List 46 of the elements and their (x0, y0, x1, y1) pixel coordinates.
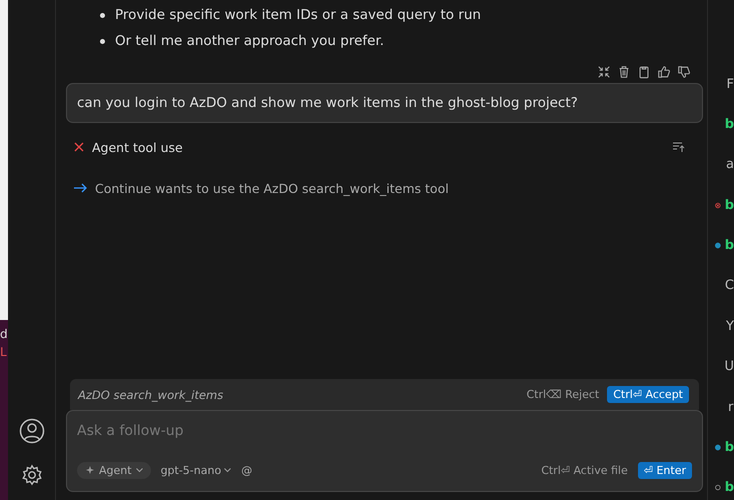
panel-text: b (724, 198, 734, 213)
mention-button[interactable]: @ (241, 464, 252, 477)
step-label: Agent tool use (92, 140, 183, 154)
chat-input[interactable]: Ask a follow-up Agent gpt-5-nano @ Ctrl⏎ Active file ⏎ Enter (66, 410, 703, 492)
thumbs-up-icon[interactable] (657, 65, 671, 79)
trash-icon[interactable] (617, 65, 631, 79)
panel-text: b (724, 440, 734, 456)
sparkle-icon (85, 466, 95, 476)
window-text: d (0, 326, 8, 342)
user-message: can you login to AzDO and show me work items in the ghost-blog project? (66, 83, 703, 123)
close-icon (74, 142, 84, 152)
bullet-icon (100, 13, 105, 18)
enter-button[interactable]: ⏎ Enter (638, 462, 692, 479)
thumbs-down-icon[interactable] (677, 65, 691, 79)
chevron-down-icon (136, 468, 143, 473)
panel-text: r (728, 400, 734, 415)
panel-text: a (726, 157, 734, 172)
tool-name: AzDO search_work_items (78, 388, 224, 402)
panel-text: b (724, 238, 734, 254)
scroll-top-icon[interactable] (673, 142, 685, 152)
error-icon (715, 200, 721, 210)
panel-text: b (724, 480, 734, 496)
step-label: Continue wants to use the AzDO search_work_items tool (95, 180, 449, 196)
status-ring-icon (715, 483, 721, 492)
panel-text: U (724, 359, 734, 374)
account-icon[interactable] (18, 418, 44, 444)
bullet-item: Provide specific work item IDs or a saved query to run (115, 7, 481, 24)
status-dot (715, 443, 721, 452)
panel-text: b (724, 116, 734, 132)
collapse-icon[interactable] (597, 65, 611, 79)
bullet-item: Or tell me another approach you prefer. (115, 33, 384, 50)
settings-icon[interactable] (20, 464, 42, 486)
accept-button[interactable]: Ctrl⏎ Accept (607, 386, 689, 403)
status-dot (715, 241, 721, 250)
model-dropdown[interactable]: gpt-5-nano (160, 464, 232, 477)
mode-dropdown[interactable]: Agent (77, 462, 151, 479)
reject-button[interactable]: Ctrl⌫ Reject (526, 388, 600, 401)
panel-text: C (724, 278, 734, 294)
panel-text: F (726, 76, 734, 92)
active-file-button[interactable]: Ctrl⏎ Active file (541, 464, 628, 477)
window-text: L (0, 344, 8, 360)
bullet-icon (100, 39, 105, 44)
arrow-right-icon (74, 183, 87, 193)
chevron-down-icon (224, 468, 232, 473)
clipboard-icon[interactable] (637, 65, 651, 79)
panel-text: Y (726, 318, 734, 334)
